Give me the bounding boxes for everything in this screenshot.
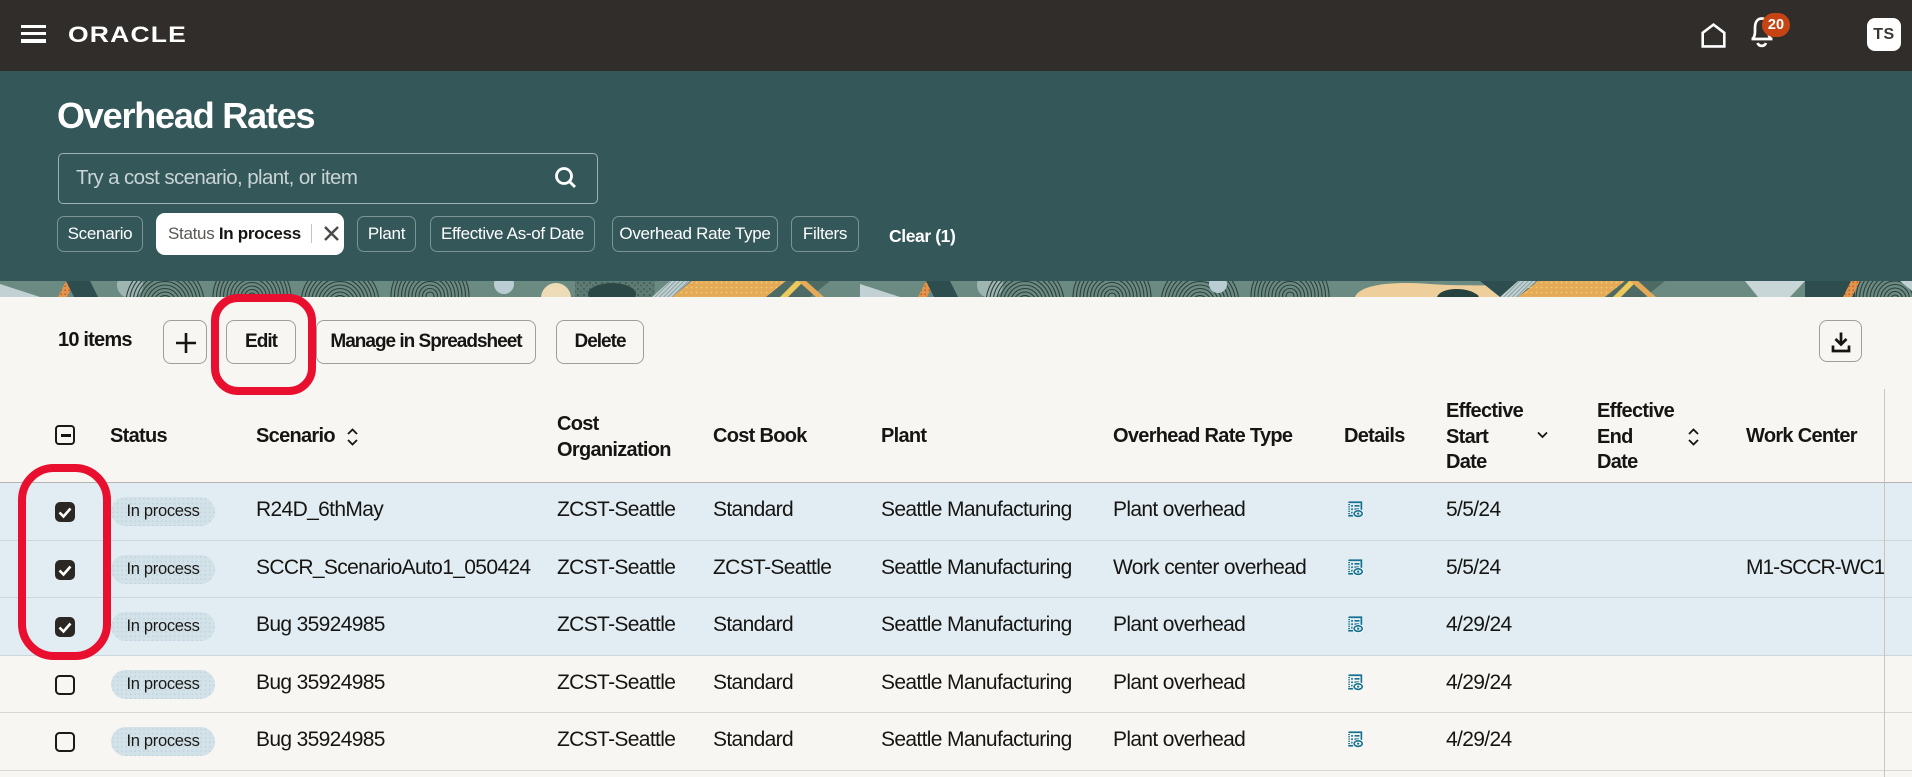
- svg-text:ORACLE: ORACLE: [68, 22, 187, 47]
